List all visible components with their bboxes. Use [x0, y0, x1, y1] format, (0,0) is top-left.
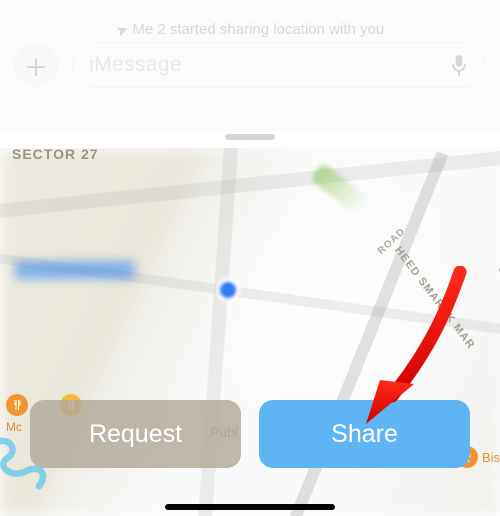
current-location-dot: [220, 282, 236, 298]
message-placeholder: iMessage: [89, 53, 449, 77]
home-indicator[interactable]: [165, 504, 335, 510]
share-button[interactable]: Share: [259, 400, 470, 468]
map-area-label: SECTOR 27: [12, 148, 99, 162]
location-arrow-icon: ➤: [113, 20, 131, 38]
location-actions: Request Share: [30, 400, 470, 468]
status-text: Me 2 started sharing location with you: [132, 21, 384, 38]
message-composer: ＋ iMessage: [14, 40, 486, 90]
status-banner: ➤Me 2 started sharing location with you: [0, 20, 500, 38]
map-panel[interactable]: SECTOR 27 HEED SMARAK MAR ROAD SE Mc Pub…: [0, 148, 500, 516]
message-input[interactable]: iMessage: [72, 42, 486, 88]
sheet-grabber[interactable]: [225, 134, 275, 140]
imessage-topbar: ➤Me 2 started sharing location with you …: [0, 0, 500, 130]
request-button[interactable]: Request: [30, 400, 241, 468]
poi-food-icon: [6, 394, 28, 416]
poi-label: Mc: [6, 420, 22, 434]
apps-plus-button[interactable]: ＋: [14, 43, 58, 87]
dictation-mic-icon[interactable]: [449, 53, 469, 77]
map-highlighted-route: [15, 261, 135, 279]
